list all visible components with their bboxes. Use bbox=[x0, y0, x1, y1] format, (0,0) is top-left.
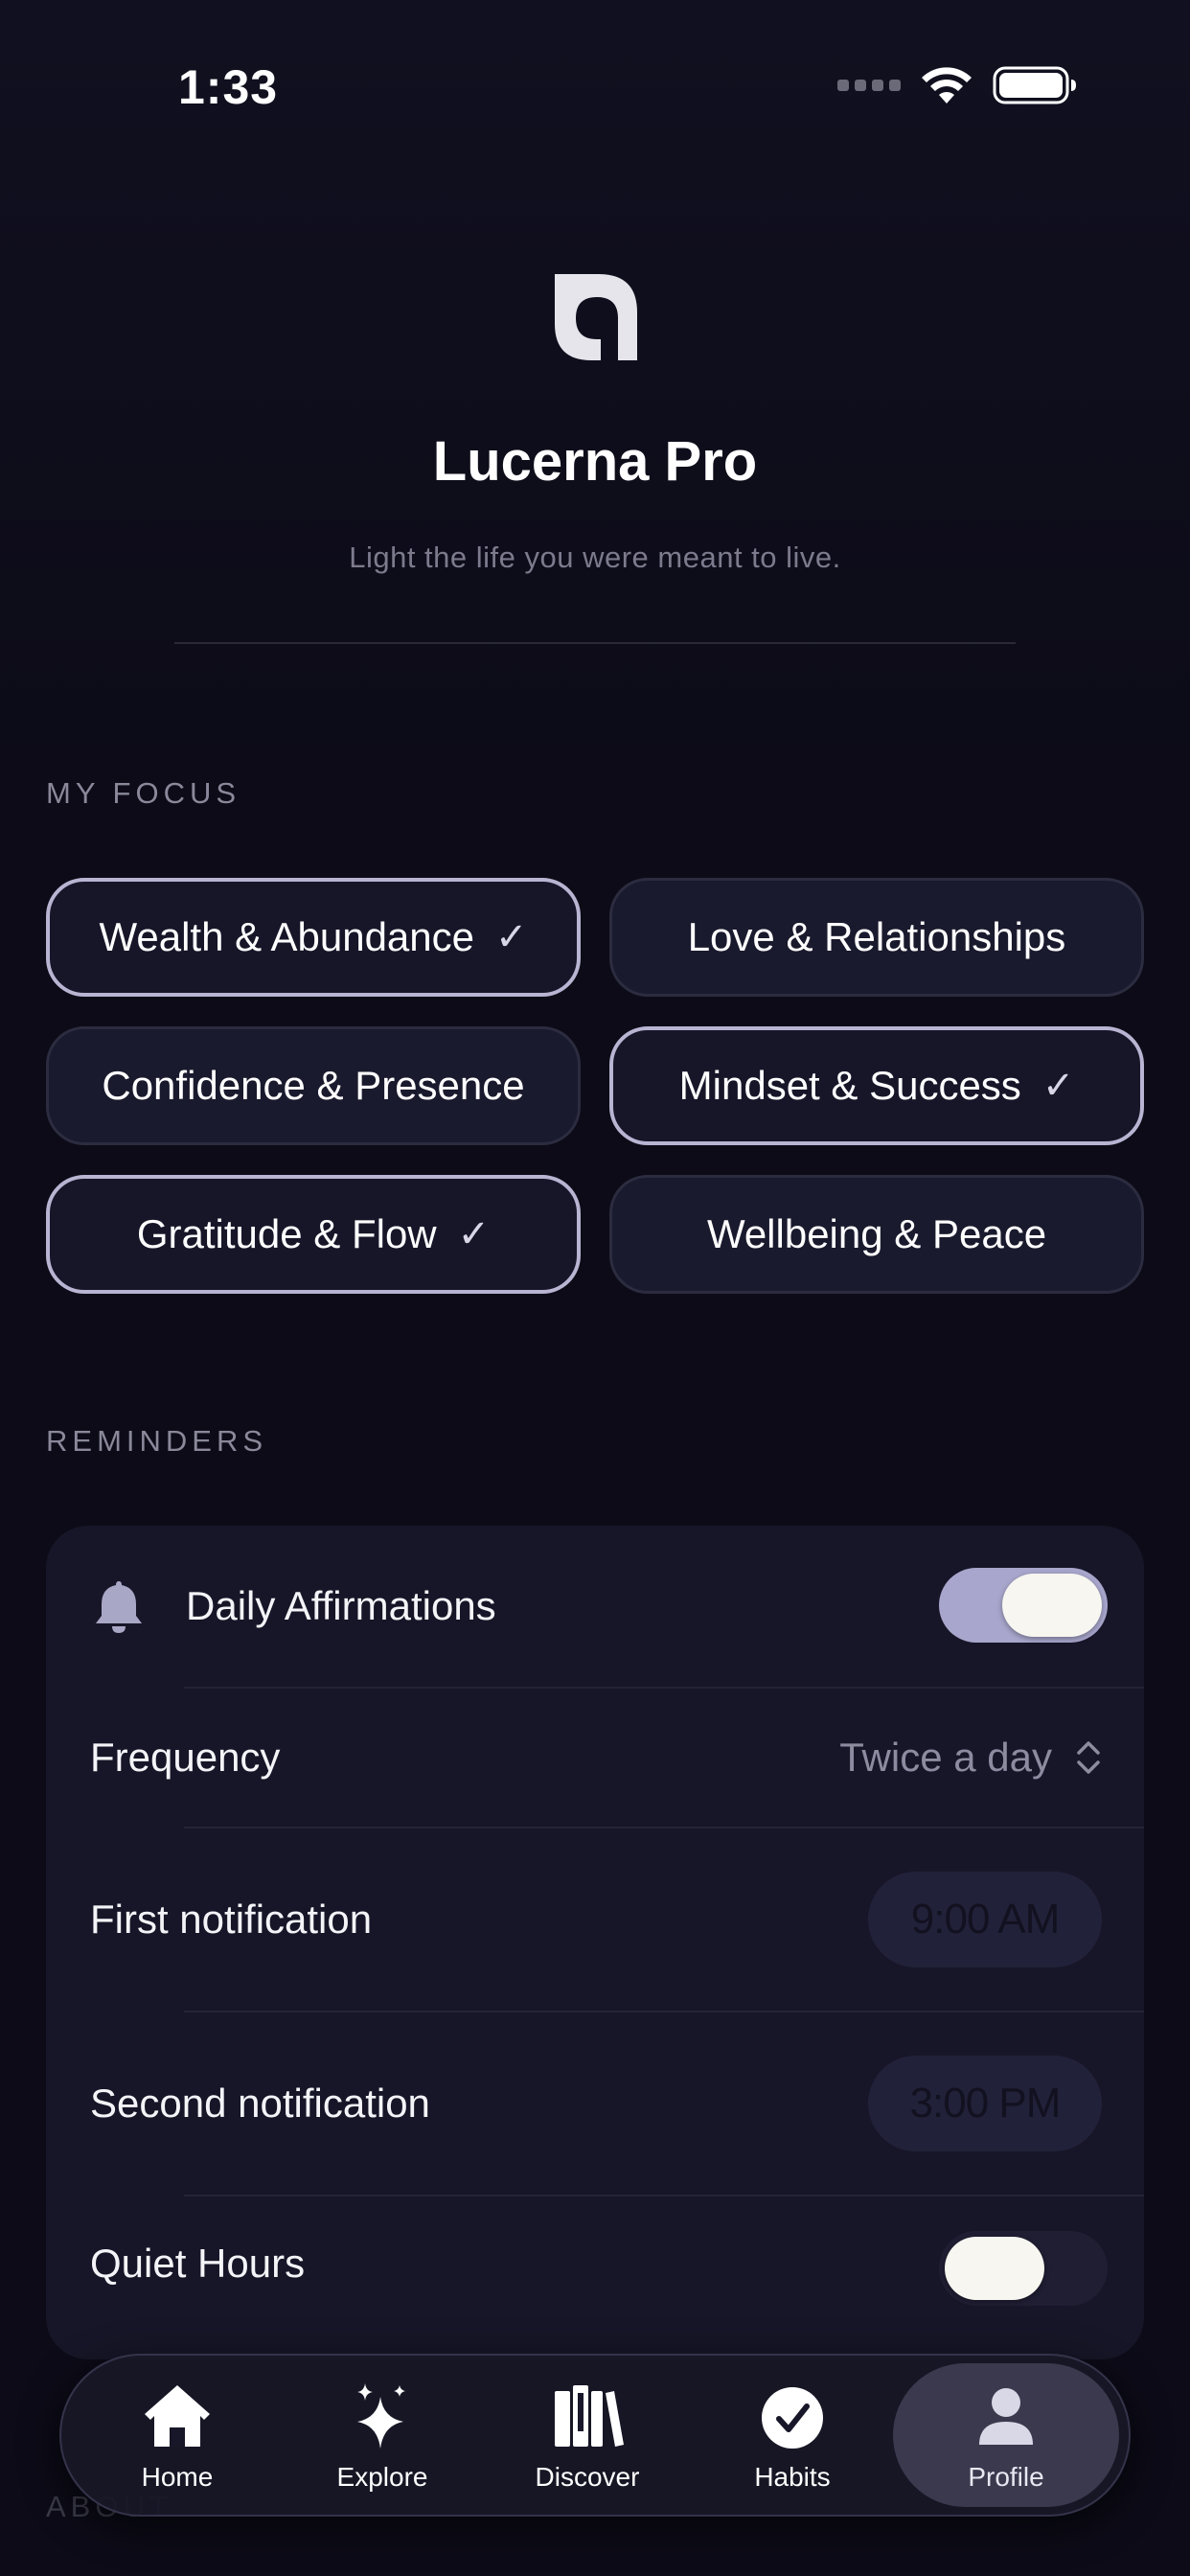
tab-profile[interactable]: Profile bbox=[893, 2363, 1119, 2507]
second-notification-row: Second notification 3:00 PM bbox=[46, 2012, 1144, 2195]
toggle-knob bbox=[1002, 1574, 1102, 1637]
cellular-signal-icon bbox=[837, 80, 901, 91]
books-icon bbox=[555, 2385, 624, 2447]
tab-label: Discover bbox=[535, 2462, 640, 2492]
status-icons bbox=[837, 65, 1077, 105]
house-icon bbox=[145, 2385, 210, 2447]
first-notification-time-picker[interactable]: 9:00 AM bbox=[868, 1872, 1102, 1967]
sparkles-icon bbox=[357, 2383, 405, 2449]
toggle-knob bbox=[945, 2237, 1044, 2300]
chip-label: Love & Relationships bbox=[687, 914, 1066, 959]
checkmark-icon: ✓ bbox=[1041, 1065, 1075, 1107]
chip-label: Gratitude & Flow bbox=[136, 1211, 437, 1256]
tab-discover[interactable]: Discover bbox=[485, 2363, 690, 2507]
quiet-hours-row: Quiet Hours bbox=[46, 2196, 1144, 2359]
tab-label: Explore bbox=[336, 2462, 428, 2492]
status-time: 1:33 bbox=[178, 60, 279, 114]
tab-habits[interactable]: Habits bbox=[690, 2363, 895, 2507]
tagline: Light the life you were meant to live. bbox=[349, 540, 841, 574]
focus-chip-mindset-success[interactable]: Mindset & Success ✓ bbox=[609, 1026, 1144, 1145]
app-logo-icon bbox=[555, 274, 637, 360]
chevron-up-down-icon bbox=[1077, 1741, 1100, 1774]
second-notification-time-picker[interactable]: 3:00 PM bbox=[868, 2056, 1102, 2151]
frequency-label: Frequency bbox=[90, 1735, 281, 1780]
focus-chip-love-relationships[interactable]: Love & Relationships bbox=[609, 878, 1144, 997]
first-notification-label: First notification bbox=[90, 1897, 373, 1942]
chip-label: Confidence & Presence bbox=[102, 1063, 525, 1108]
person-icon bbox=[979, 2388, 1033, 2445]
daily-affirmations-toggle[interactable] bbox=[939, 1568, 1108, 1643]
focus-chip-confidence-presence[interactable]: Confidence & Presence bbox=[46, 1026, 581, 1145]
battery-icon bbox=[993, 66, 1076, 104]
frequency-row[interactable]: Frequency Twice a day bbox=[46, 1689, 1144, 1827]
focus-chip-gratitude-flow[interactable]: Gratitude & Flow ✓ bbox=[46, 1175, 581, 1294]
profile-screen: 1:33 Lucerna Pro Light the life you were… bbox=[0, 0, 1190, 2576]
daily-affirmations-label: Daily Affirmations bbox=[186, 1583, 496, 1628]
daily-affirmations-row: Daily Affirmations bbox=[46, 1526, 1144, 1687]
tab-label: Profile bbox=[968, 2462, 1044, 2492]
quiet-hours-toggle[interactable] bbox=[939, 2231, 1108, 2306]
checkmark-circle-icon bbox=[762, 2387, 823, 2449]
tab-bar: Home Explore Discover Habits Profile bbox=[59, 2354, 1131, 2517]
second-notification-label: Second notification bbox=[90, 2081, 430, 2126]
quiet-hours-label: Quiet Hours bbox=[90, 2241, 306, 2286]
status-bar: 1:33 bbox=[0, 0, 1190, 153]
header-divider bbox=[174, 642, 1016, 644]
tab-label: Home bbox=[141, 2462, 214, 2492]
checkmark-icon: ✓ bbox=[457, 1213, 491, 1255]
chip-label: Mindset & Success bbox=[678, 1063, 1021, 1108]
chip-label: Wellbeing & Peace bbox=[706, 1211, 1047, 1256]
frequency-value[interactable]: Twice a day bbox=[839, 1735, 1052, 1781]
reminders-card: Daily Affirmations Frequency Twice a day… bbox=[46, 1526, 1144, 2359]
tab-label: Habits bbox=[754, 2462, 831, 2492]
wifi-icon bbox=[922, 67, 972, 104]
chip-label: Wealth & Abundance bbox=[99, 914, 474, 959]
app-title: Lucerna Pro bbox=[432, 430, 758, 493]
focus-chip-wealth-abundance[interactable]: Wealth & Abundance ✓ bbox=[46, 878, 581, 997]
reminders-section-label: REMINDERS bbox=[46, 1424, 268, 1458]
checkmark-icon: ✓ bbox=[495, 916, 528, 958]
focus-chip-wellbeing-peace[interactable]: Wellbeing & Peace bbox=[609, 1175, 1144, 1294]
bell-icon bbox=[96, 1581, 142, 1633]
tab-home[interactable]: Home bbox=[75, 2363, 280, 2507]
my-focus-section-label: MY FOCUS bbox=[46, 776, 241, 810]
first-notification-row: First notification 9:00 AM bbox=[46, 1828, 1144, 2011]
tab-explore[interactable]: Explore bbox=[280, 2363, 485, 2507]
